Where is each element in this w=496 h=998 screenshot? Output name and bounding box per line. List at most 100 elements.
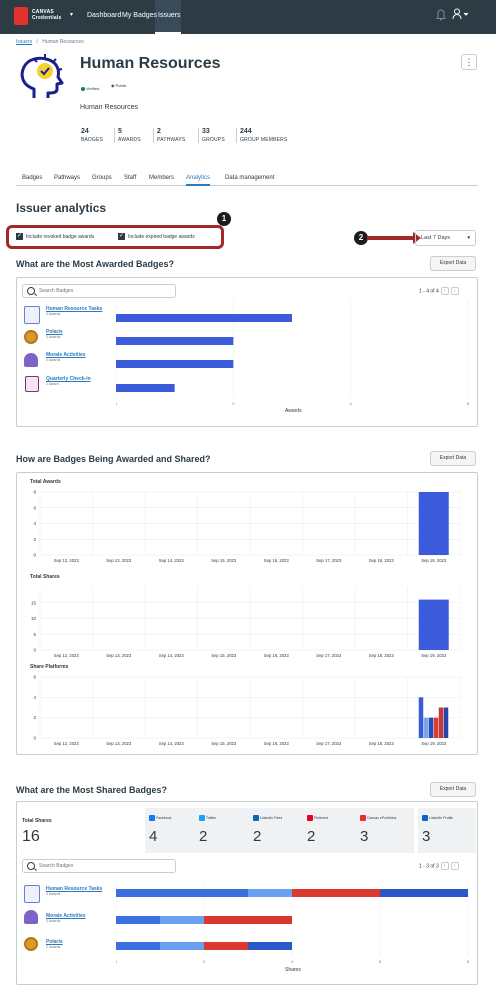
bar xyxy=(438,707,444,738)
breadcrumb-issuers[interactable]: Issuers xyxy=(16,39,32,45)
x-tick-label: 2 xyxy=(203,959,206,964)
export-data-button[interactable]: Export Data xyxy=(430,782,476,797)
chevron-right-icon[interactable]: › xyxy=(450,287,459,295)
pinterest-icon xyxy=(307,815,313,821)
search-input[interactable]: Search Badges xyxy=(22,284,176,298)
issuer-title: Human Resources xyxy=(80,55,221,72)
brand-line2: Credentials xyxy=(32,15,62,21)
bar-segment xyxy=(204,942,248,950)
badge-award-count: 2 Awards xyxy=(46,358,61,362)
stat-awards-label: AWARDS xyxy=(118,137,141,143)
bar xyxy=(418,697,424,738)
x-tick-label: Sep 15, 2023 xyxy=(211,558,237,563)
platform-value: 2 xyxy=(199,828,208,845)
x-tick-label: Sep 13, 2023 xyxy=(106,653,132,658)
y-tick-label: 0 xyxy=(33,648,36,653)
linkedin-icon xyxy=(253,815,259,821)
x-tick-label: 4 xyxy=(350,401,353,406)
search-icon xyxy=(27,862,35,870)
bar xyxy=(433,717,439,738)
tab-pathways[interactable]: Pathways xyxy=(54,175,80,181)
nav-issuers[interactable]: Issuers xyxy=(158,12,181,19)
x-tick-label: Sep 12, 2023 xyxy=(54,558,80,563)
pager: 1 - 4 of 4 ‹ › xyxy=(419,287,459,295)
tab-data-management[interactable]: Data management xyxy=(225,175,274,181)
x-tick-label: Sep 14, 2023 xyxy=(159,653,185,658)
x-tick-label: Sep 19, 2023 xyxy=(421,558,447,563)
brand-chevron-down-icon[interactable]: ▾ xyxy=(70,11,73,18)
awards-axis-label: Awards xyxy=(285,408,302,414)
tab-staff[interactable]: Staff xyxy=(124,175,136,181)
bar-segment xyxy=(160,916,204,924)
stat-badges-label: BADGES xyxy=(81,137,104,143)
most-shared-chart: 0 2 4 6 8 xyxy=(116,880,470,964)
badge-trophy-icon xyxy=(24,306,40,324)
chevron-left-icon[interactable]: ‹ xyxy=(440,287,449,295)
chevron-left-icon[interactable]: ‹ xyxy=(440,862,449,870)
badge-ribbon-icon xyxy=(24,353,38,367)
issuer-description: Human Resources xyxy=(80,104,138,111)
stat-badges-value: 24 xyxy=(81,128,89,135)
tab-members[interactable]: Members xyxy=(149,175,174,181)
stat-badges: 24 BADGES xyxy=(78,128,103,143)
platform-name: Facebook xyxy=(156,815,172,820)
export-data-button[interactable]: Export Data xyxy=(430,256,476,271)
brand-name[interactable]: CANVAS Credentials xyxy=(32,9,61,21)
badge-row: Human Resource Tasks 3 Awards xyxy=(46,306,102,316)
bar-segment xyxy=(248,942,292,950)
y-tick-label: 5 xyxy=(33,632,36,637)
include-expired-checkbox[interactable]: ✓ Include expired badge awards xyxy=(118,233,195,240)
x-tick-label: 6 xyxy=(379,959,382,964)
chevron-right-icon[interactable]: › xyxy=(450,862,459,870)
badge-row: Polaris 2 Awards xyxy=(46,329,63,339)
search-input[interactable]: Search Badges xyxy=(22,859,176,873)
include-revoked-checkbox[interactable]: ✓ Include revoked badge awards xyxy=(16,233,94,240)
platform-name: Pinterest xyxy=(314,815,328,820)
nav-dashboard[interactable]: Dashboard xyxy=(87,12,121,19)
stat-groups-value: 33 xyxy=(202,128,210,135)
x-tick-label: Sep 16, 2023 xyxy=(264,741,290,746)
badge-row: Morale Activities 2 Awards xyxy=(46,352,86,362)
stat-pathways: 2 PATHWAYS xyxy=(153,128,185,143)
badge-row: Human Resource Tasks 3 Awards xyxy=(46,886,102,896)
bar xyxy=(116,360,234,368)
verified-check-icon xyxy=(81,86,85,91)
visibility-label: Public xyxy=(115,83,127,88)
x-tick-label: Sep 19, 2023 xyxy=(421,741,447,746)
tab-badges[interactable]: Badges xyxy=(22,175,42,181)
verified-label: Verified xyxy=(86,86,100,91)
badge-award-count: 3 Awards xyxy=(46,892,61,896)
stat-awards-value: 5 xyxy=(118,128,122,135)
tab-groups[interactable]: Groups xyxy=(92,175,112,181)
bar xyxy=(418,599,449,650)
facebook-icon xyxy=(149,815,155,821)
canvas-icon xyxy=(360,815,366,821)
pager: 1 - 3 of 3 ‹ › xyxy=(419,862,459,870)
tab-analytics[interactable]: Analytics xyxy=(186,175,211,186)
top-navbar: CANVAS Credentials ▾ Dashboard My Badges… xyxy=(0,0,496,34)
pager-label: 1 - 4 of 4 xyxy=(419,288,439,295)
x-tick-label: Sep 12, 2023 xyxy=(54,653,80,658)
user-avatar-icon[interactable] xyxy=(452,8,470,23)
breadcrumb-separator: / xyxy=(36,39,38,45)
x-tick-label: Sep 15, 2023 xyxy=(211,741,237,746)
most-awarded-chart: 0 2 4 6 xyxy=(116,300,470,406)
platform-card-linkedin-profile: LinkedIn Profile 3 xyxy=(418,808,476,853)
issuer-more-menu-button[interactable]: ⋮ xyxy=(461,54,477,70)
y-tick-label: 0 xyxy=(33,736,36,741)
total-shares-value: 16 xyxy=(22,828,40,845)
badge-award-count: 2 Awards xyxy=(46,335,61,339)
y-tick-label: 2 xyxy=(33,537,36,542)
bar xyxy=(116,337,234,345)
platform-card-pinterest: Pinterest 2 xyxy=(303,808,361,853)
nav-my-badges[interactable]: My Badges xyxy=(122,12,157,19)
bell-icon[interactable] xyxy=(436,9,446,21)
platform-name: LinkedIn Profile xyxy=(429,815,454,820)
y-tick-label: 4 xyxy=(33,521,36,526)
date-range-select[interactable]: Last 7 Days ▾ xyxy=(415,230,476,246)
breadcrumb-current: Human Resources xyxy=(42,39,84,45)
human-resources-logo-icon xyxy=(20,54,64,98)
export-data-button[interactable]: Export Data xyxy=(430,451,476,466)
x-tick-label: Sep 16, 2023 xyxy=(264,558,290,563)
canvas-logo-icon[interactable] xyxy=(14,7,28,25)
